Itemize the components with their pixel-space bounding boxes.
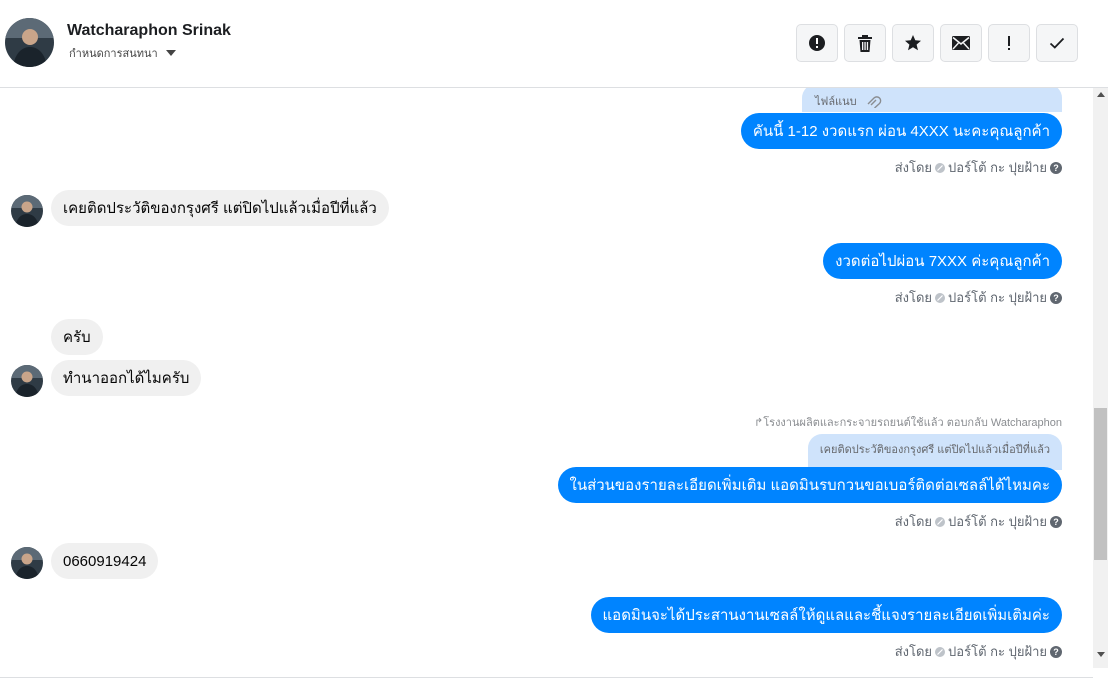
mark-spam-button[interactable] xyxy=(796,24,838,62)
mail-icon xyxy=(952,36,970,50)
sender-name: ปอร์โต้ กะ ปุยฝ้าย xyxy=(948,644,1047,659)
help-icon[interactable]: ? xyxy=(1050,645,1062,658)
block-icon xyxy=(935,646,946,657)
message-thread[interactable]: ไฟล์แนบ คันนี้ 1-12 งวดแรก ผ่อน 4XXX นะค… xyxy=(0,88,1093,678)
alert-circle-icon xyxy=(809,35,825,51)
assign-conversation-dropdown[interactable]: กำหนดการสนทนา xyxy=(69,44,176,62)
mark-done-button[interactable] xyxy=(1036,24,1078,62)
outgoing-message[interactable]: คันนี้ 1-12 งวดแรก ผ่อน 4XXX นะคะคุณลูกค… xyxy=(740,113,1062,149)
assign-label: กำหนดการสนทนา xyxy=(69,48,158,60)
star-button[interactable] xyxy=(892,24,934,62)
delete-button[interactable] xyxy=(844,24,886,62)
sender-name: ปอร์โต้ กะ ปุยฝ้าย xyxy=(948,160,1047,175)
block-icon xyxy=(935,516,946,527)
caret-down-icon xyxy=(165,50,176,56)
conversation-header: Watcharaphon Srinak กำหนดการสนทนา xyxy=(0,0,1108,88)
sent-by-info: ส่งโดย ปอร์โต้ กะ ปุยฝ้าย ? xyxy=(895,157,1062,178)
scroll-up-arrow-icon[interactable] xyxy=(1093,92,1108,102)
help-icon[interactable]: ? xyxy=(1050,515,1062,528)
incoming-message[interactable]: 0660919424 xyxy=(51,543,159,579)
block-icon xyxy=(935,162,946,173)
message-text: งวดต่อไปผ่อน 7XXX ค่ะคุณลูกค้า xyxy=(835,253,1050,270)
message-text: เคยติดประวัติของกรุงศรี แต่ปิดไปแล้วเมื่… xyxy=(63,200,377,217)
attachment-label: ไฟล์แนบ xyxy=(815,96,857,108)
mark-unread-button[interactable] xyxy=(940,24,982,62)
message-text: แอดมินจะได้ประสานงานเซลล์ให้ดูแลและชี้แจ… xyxy=(602,607,1050,624)
contact-avatar-small xyxy=(11,195,43,227)
contact-name[interactable]: Watcharaphon Srinak xyxy=(67,22,231,40)
message-text: คันนี้ 1-12 งวดแรก ผ่อน 4XXX นะคะคุณลูกค… xyxy=(752,123,1050,140)
sender-name: ปอร์โต้ กะ ปุยฝ้าย xyxy=(948,514,1047,529)
sent-by-info: ส่งโดย ปอร์โต้ กะ ปุยฝ้าย ? xyxy=(895,287,1062,308)
sent-by-label: ส่งโดย xyxy=(894,644,933,659)
outgoing-message[interactable]: แอดมินจะได้ประสานงานเซลล์ให้ดูแลและชี้แจ… xyxy=(590,597,1062,633)
help-icon[interactable]: ? xyxy=(1050,161,1062,174)
composer-divider xyxy=(0,677,1093,678)
contact-avatar-small xyxy=(11,547,43,579)
incoming-message[interactable]: ทำนาออกได้ไมครับ xyxy=(51,360,202,396)
trash-icon xyxy=(858,34,872,52)
scrollbar-thumb[interactable] xyxy=(1094,408,1107,560)
star-icon xyxy=(905,35,921,51)
sender-name: ปอร์โต้ กะ ปุยฝ้าย xyxy=(948,290,1047,305)
outgoing-message[interactable]: ในส่วนของรายละเอียดเพิ่มเติม แอดมินรบกวน… xyxy=(557,467,1062,503)
check-icon xyxy=(1049,37,1065,49)
exclamation-icon xyxy=(1008,36,1010,50)
paperclip-icon xyxy=(867,96,882,109)
conversation-toolbar xyxy=(796,24,1078,62)
sent-by-label: ส่งโดย xyxy=(894,160,933,175)
thread-scrollbar[interactable] xyxy=(1093,88,1108,668)
incoming-message[interactable]: ครับ xyxy=(51,319,103,355)
follow-up-button[interactable] xyxy=(988,24,1030,62)
sent-by-info: ส่งโดย ปอร์โต้ กะ ปุยฝ้าย ? xyxy=(895,511,1062,532)
sent-by-label: ส่งโดย xyxy=(894,290,933,305)
message-text: ในส่วนของรายละเอียดเพิ่มเติม แอดมินรบกวน… xyxy=(569,477,1051,494)
message-text: 0660919424 xyxy=(63,552,147,570)
message-text: ครับ xyxy=(63,329,91,346)
block-icon xyxy=(935,292,946,303)
outgoing-message[interactable]: งวดต่อไปผ่อน 7XXX ค่ะคุณลูกค้า xyxy=(823,243,1062,279)
contact-avatar[interactable] xyxy=(5,18,54,67)
message-text: ทำนาออกได้ไมครับ xyxy=(63,370,190,387)
incoming-message[interactable]: เคยติดประวัติของกรุงศรี แต่ปิดไปแล้วเมื่… xyxy=(51,190,389,226)
help-icon[interactable]: ? xyxy=(1050,291,1062,304)
quoted-message[interactable]: เคยติดประวัติของกรุงศรี แต่ปิดไปแล้วเมื่… xyxy=(807,434,1062,470)
scroll-down-arrow-icon[interactable] xyxy=(1093,652,1108,662)
attachment-bubble[interactable]: ไฟล์แนบ xyxy=(802,88,1062,112)
contact-avatar-small xyxy=(11,365,43,397)
sent-by-label: ส่งโดย xyxy=(894,514,933,529)
reply-note: ↱โรงงานผลิตและกระจายรถยนต์ใช้แล้ว ตอบกลั… xyxy=(754,417,1062,429)
sent-by-info: ส่งโดย ปอร์โต้ กะ ปุยฝ้าย ? xyxy=(895,641,1062,662)
